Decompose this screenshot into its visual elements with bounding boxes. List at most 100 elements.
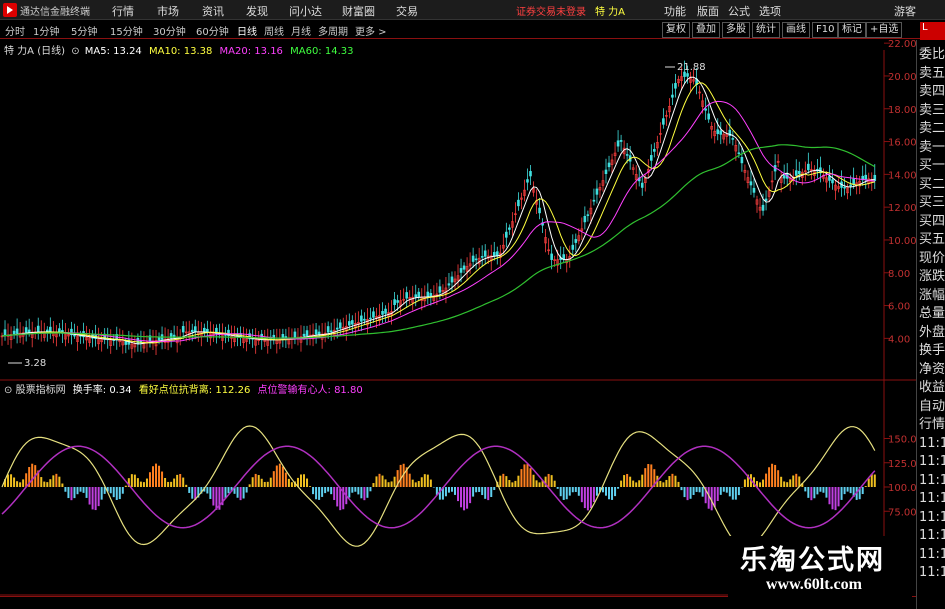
- period-timeshare[interactable]: 分时: [5, 23, 25, 38]
- indicator-bar: [508, 480, 511, 487]
- indicator-bar: [722, 487, 725, 492]
- menu-options[interactable]: 选项: [759, 3, 781, 19]
- period-weekly[interactable]: 周线: [264, 23, 284, 38]
- gear-icon[interactable]: ⊙: [71, 46, 79, 57]
- indicator-bar: [792, 475, 795, 487]
- mark-button[interactable]: 标记: [838, 22, 866, 38]
- indicator-bar: [574, 487, 577, 492]
- indicator-bar: [109, 487, 112, 494]
- indicator-bar: [426, 474, 429, 487]
- menu-formula[interactable]: 公式: [728, 3, 750, 19]
- indicator-bar: [360, 487, 363, 499]
- indicator-bar: [620, 480, 623, 487]
- candle-body: [326, 326, 330, 333]
- indicator-bar: [529, 468, 532, 487]
- indicator-bar: [680, 487, 683, 491]
- candle-body: [505, 231, 508, 238]
- candle-body: [731, 138, 735, 140]
- indicator-bar: [759, 482, 762, 487]
- sidebar-item: 11:1: [919, 491, 945, 506]
- indicator-bar: [698, 487, 701, 493]
- menu-discover[interactable]: 发现: [246, 3, 268, 19]
- period-multi[interactable]: 多周期: [318, 23, 348, 38]
- indicator-bar: [774, 464, 777, 487]
- login-status[interactable]: 证券交易未登录: [516, 3, 586, 18]
- sidebar-item: 总量: [919, 306, 945, 321]
- draw-button[interactable]: 画线: [782, 22, 810, 38]
- menu-layout[interactable]: 版面: [697, 3, 719, 19]
- period-60min[interactable]: 60分钟: [196, 23, 229, 38]
- indicator-bar: [287, 478, 290, 487]
- period-15min[interactable]: 15分钟: [110, 23, 143, 38]
- sidebar-item: 11:1: [919, 528, 945, 543]
- indicator-tick-label: 150.0: [888, 435, 916, 446]
- app-name: 通达信金融终端: [20, 7, 90, 18]
- period-1min[interactable]: 1分钟: [33, 23, 59, 38]
- sidebar-level-indicator[interactable]: L: [920, 22, 945, 40]
- indicator-bar: [152, 466, 154, 487]
- ma60-label: MA60: 14.33: [290, 46, 354, 57]
- indicator-bar: [671, 473, 674, 487]
- indicator-bar: [25, 473, 28, 487]
- candle-body: [674, 83, 677, 89]
- overlay-button[interactable]: 叠加: [692, 22, 720, 38]
- indicator-bar: [535, 480, 538, 487]
- multi-stock-button[interactable]: 多股: [722, 22, 750, 38]
- stock-title: 特 力A: [595, 7, 626, 18]
- indicator-bar: [423, 474, 426, 487]
- candle-body: [305, 330, 309, 336]
- indicator-bar: [318, 487, 321, 500]
- f10-button[interactable]: F10: [812, 22, 839, 38]
- indicator-gear-icon[interactable]: ⊙: [4, 385, 12, 396]
- indicator-line1-label: 看好点位抗背离: 112.26: [138, 385, 251, 396]
- period-daily[interactable]: 日线: [237, 23, 257, 38]
- indicator-bar: [689, 487, 692, 499]
- indicator-bar: [58, 476, 61, 487]
- menu-wealth[interactable]: 财富圈: [342, 3, 375, 19]
- candle-body: [828, 175, 831, 181]
- indicator-bar: [668, 476, 671, 487]
- menu-quotes[interactable]: 行情: [112, 3, 134, 19]
- adjust-button[interactable]: 复权: [662, 22, 690, 38]
- period-monthly[interactable]: 月线: [291, 23, 311, 38]
- candle-body: [347, 321, 351, 326]
- candle-body: [459, 268, 463, 273]
- indicator-bar: [520, 469, 523, 487]
- menu-assistant[interactable]: 问小达: [289, 3, 322, 19]
- indicator-bar: [447, 487, 450, 493]
- indicator-bar: [849, 487, 852, 494]
- indicator-bar: [444, 487, 447, 497]
- period-more[interactable]: 更多 >: [355, 23, 387, 38]
- period-5min[interactable]: 5分钟: [71, 23, 97, 38]
- indicator-bar: [269, 477, 272, 487]
- watermark: 乐淘公式网 www.60lt.com: [728, 536, 912, 602]
- candle-body: [15, 328, 19, 334]
- stats-button[interactable]: 统计: [752, 22, 780, 38]
- indicator-bar: [565, 487, 568, 500]
- indicator-bar: [121, 487, 124, 494]
- menu-news[interactable]: 资讯: [202, 3, 224, 19]
- guest-label[interactable]: 游客: [894, 3, 916, 19]
- indicator-bar: [728, 487, 731, 497]
- menu-function[interactable]: 功能: [664, 3, 686, 19]
- candle-body: [384, 308, 387, 314]
- indicator-bar: [91, 487, 94, 510]
- indicator-bar: [460, 487, 463, 508]
- menu-market[interactable]: 市场: [157, 3, 179, 19]
- candle-body: [405, 292, 408, 299]
- indicator-bar: [556, 487, 559, 489]
- indicator-bar: [719, 487, 722, 495]
- indicator-bar: [306, 478, 309, 487]
- indicator-bar: [466, 487, 469, 509]
- period-30min[interactable]: 30分钟: [153, 23, 186, 38]
- kline-chart[interactable]: 22.00 20.00 18.00 16.00 14.00 12.00 10.00 8.00 6…: [0, 40, 916, 609]
- indicator-bar: [369, 487, 372, 492]
- add-watchlist-button[interactable]: +自选: [866, 22, 903, 38]
- indicator-bar: [272, 471, 275, 487]
- indicator-bar: [299, 474, 302, 487]
- candle-body: [495, 251, 499, 257]
- menu-trade[interactable]: 交易: [396, 3, 418, 19]
- indicator-bar: [762, 479, 765, 487]
- indicator-bar: [589, 487, 592, 508]
- candle-body: [417, 291, 421, 298]
